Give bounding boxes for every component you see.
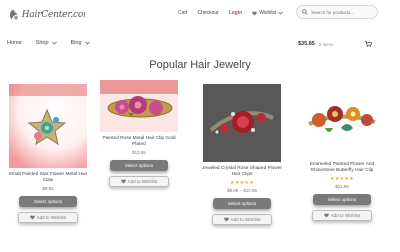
main-navigation: Home Shop Blog $35.85 3 items [0, 38, 400, 52]
product-price: $13.95 [132, 150, 146, 155]
nav-label: Blog [70, 40, 82, 46]
star-rating: ★★★★★ [330, 176, 354, 182]
product-name[interactable]: Painted Rose Metal Hair Clip Gold Plated [93, 136, 185, 148]
heart-icon [223, 217, 229, 222]
wishlist-button-label: Add to Wishlist [230, 217, 261, 222]
star-rating: ★★★★★ [230, 180, 254, 186]
cart-item-count: 3 items [318, 41, 334, 47]
wishlist-button-label: Add to Wishlist [36, 215, 67, 220]
product-card: Jeweled Crystal Rose Shaped Flower Hair … [196, 84, 288, 225]
search-box[interactable] [296, 5, 378, 19]
site-logo[interactable]: HairCenter.com [7, 6, 85, 24]
add-to-wishlist-button[interactable]: Add to Wishlist [312, 210, 372, 221]
add-to-wishlist-button[interactable]: Add to Wishlist [109, 176, 169, 187]
wishlist-label: Wishlist [259, 10, 277, 16]
select-options-button[interactable]: Select options [213, 198, 271, 209]
nav-item-home[interactable]: Home [7, 40, 22, 46]
site-header: HairCenter.com Cart Checkout Login Wishl… [0, 0, 400, 34]
product-image[interactable] [100, 80, 178, 132]
wishlist-button-label: Add to Wishlist [127, 179, 158, 184]
product-card: Painted Rose Metal Hair Clip Gold Plated… [93, 80, 185, 187]
checkout-link[interactable]: Checkout [197, 10, 218, 16]
product-price: $9.95 – $10.95 [226, 188, 258, 193]
product-price: $8.95 [42, 186, 54, 191]
wishlist-link[interactable]: Wishlist [252, 10, 284, 16]
search-input[interactable] [311, 9, 375, 15]
logo-icon [9, 9, 18, 20]
page-title: Popular Hair Jewelry [149, 59, 251, 71]
nav-item-shop[interactable]: Shop [36, 40, 57, 46]
nav-label: Shop [35, 40, 49, 46]
top-links: Cart Checkout Login Wishlist [178, 10, 284, 16]
product-image[interactable] [203, 84, 281, 162]
add-to-wishlist-button[interactable]: Add to Wishlist [212, 214, 272, 225]
search-icon [302, 9, 308, 15]
chevron-down-icon [278, 11, 284, 15]
heart-icon [252, 10, 257, 15]
header-cart[interactable]: $35.85 3 items [298, 41, 373, 47]
select-options-button[interactable]: Select options [19, 196, 77, 207]
product-card: Enameled Painted Flower And Rhinestone B… [296, 84, 388, 221]
login-link[interactable]: Login [229, 10, 243, 16]
product-image[interactable] [303, 84, 381, 158]
product-price: $11.95 [335, 184, 349, 189]
nav-label: Home [7, 40, 22, 46]
cart-amount: $35.85 [298, 41, 315, 47]
chevron-down-icon [51, 41, 57, 45]
add-to-wishlist-button[interactable]: Add to Wishlist [18, 212, 78, 223]
nav-item-blog[interactable]: Blog [71, 40, 90, 46]
cart-link[interactable]: Cart [178, 10, 187, 16]
select-options-button[interactable]: Select options [313, 194, 371, 205]
product-image[interactable] [9, 84, 87, 168]
select-options-button[interactable]: Select options [110, 160, 168, 171]
heart-icon [29, 215, 35, 220]
product-card: Small Painted Star Flower Metal Hair Cla… [2, 84, 94, 223]
product-name[interactable]: Jeweled Crystal Rose Shaped Flower Hair … [196, 166, 288, 178]
logo-text: HairCenter.com [21, 10, 85, 20]
wishlist-button-label: Add to Wishlist [330, 213, 361, 218]
heart-icon [120, 179, 126, 184]
product-name[interactable]: Small Painted Star Flower Metal Hair Cla… [2, 172, 94, 184]
product-name[interactable]: Enameled Painted Flower And Rhinestone B… [296, 162, 388, 174]
cart-icon [365, 41, 373, 47]
chevron-down-icon [84, 41, 90, 45]
heart-icon [323, 213, 329, 218]
